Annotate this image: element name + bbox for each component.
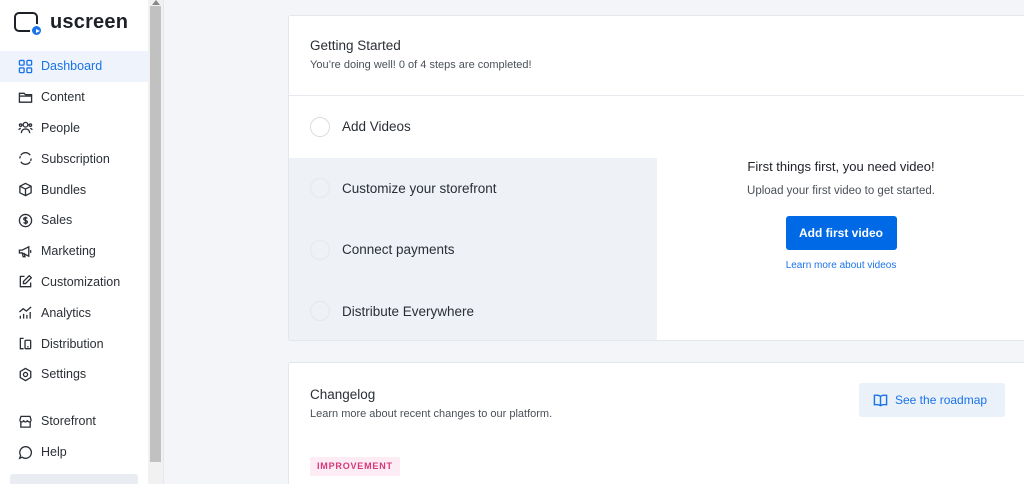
step-detail-panel: First things first, you need video! Uplo… bbox=[657, 157, 1024, 340]
getting-started-progress: You’re doing well! 0 of 4 steps are comp… bbox=[310, 59, 532, 71]
sidebar-item-label: Sales bbox=[41, 213, 73, 228]
learn-more-videos-link[interactable]: Learn more about videos bbox=[657, 260, 1024, 271]
see-roadmap-button[interactable]: See the roadmap bbox=[859, 383, 1005, 417]
sidebar-item-distribution[interactable]: Distribution bbox=[0, 328, 148, 359]
sidebar-item-storefront[interactable]: Storefront bbox=[0, 406, 148, 437]
dollar-icon bbox=[17, 212, 33, 228]
sidebar-item-label: Analytics bbox=[41, 305, 92, 320]
step-label: Customize your storefront bbox=[342, 180, 497, 196]
sidebar-bottom-nav: Storefront Help bbox=[0, 406, 148, 468]
sidebar-item-label: Settings bbox=[41, 367, 87, 382]
step-customize-storefront[interactable]: Customize your storefront bbox=[289, 157, 657, 219]
sidebar-item-marketing[interactable]: Marketing bbox=[0, 236, 148, 267]
step-status-circle-icon bbox=[310, 116, 330, 137]
box-icon bbox=[17, 182, 33, 198]
scroll-up-arrow-icon[interactable] bbox=[152, 0, 160, 5]
devices-icon bbox=[17, 336, 33, 352]
sidebar-item-sales[interactable]: Sales bbox=[0, 205, 148, 236]
sidebar-item-analytics[interactable]: Analytics bbox=[0, 297, 148, 328]
sidebar-item-customization[interactable]: Customization bbox=[0, 267, 148, 298]
see-roadmap-label: See the roadmap bbox=[895, 393, 988, 407]
sidebar-item-subscription[interactable]: Subscription bbox=[0, 143, 148, 174]
step-label: Distribute Everywhere bbox=[342, 303, 475, 319]
sidebar-item-label: Storefront bbox=[41, 414, 96, 429]
subscription-icon bbox=[17, 151, 33, 167]
step-status-circle-icon bbox=[310, 178, 330, 199]
sidebar-scrollbar[interactable] bbox=[148, 0, 164, 484]
step-connect-payments[interactable]: Connect payments bbox=[289, 219, 657, 281]
settings-icon bbox=[17, 366, 33, 382]
people-icon bbox=[17, 120, 33, 136]
step-detail-title: First things first, you need video! bbox=[747, 159, 935, 174]
step-label: Add Videos bbox=[342, 119, 411, 135]
sidebar-item-bundles[interactable]: Bundles bbox=[0, 174, 148, 205]
step-detail-text: Upload your first video to get started. bbox=[747, 185, 935, 197]
step-add-videos[interactable]: Add Videos bbox=[289, 96, 657, 158]
folder-icon bbox=[17, 89, 33, 105]
uscreen-logo-icon bbox=[14, 12, 43, 37]
sidebar: uscreen Dashboard Content People Subscri… bbox=[0, 0, 148, 484]
storefront-icon bbox=[17, 413, 33, 429]
step-status-circle-icon bbox=[310, 301, 330, 322]
sidebar-item-help[interactable]: Help bbox=[0, 437, 148, 468]
changelog-card: Changelog Learn more about recent change… bbox=[288, 362, 1024, 484]
brand-name: uscreen bbox=[50, 10, 129, 33]
book-icon bbox=[873, 394, 888, 407]
analytics-icon bbox=[17, 305, 33, 321]
add-first-video-button[interactable]: Add first video bbox=[785, 216, 897, 250]
edit-icon bbox=[17, 274, 33, 290]
sidebar-item-label: Content bbox=[41, 90, 85, 105]
steps-list: Add Videos Customize your storefront Con… bbox=[289, 96, 657, 340]
dashboard-icon bbox=[17, 58, 33, 74]
sidebar-item-label: Help bbox=[41, 445, 67, 460]
sidebar-item-label: Dashboard bbox=[41, 59, 103, 74]
sidebar-item-people[interactable]: People bbox=[0, 113, 148, 144]
sidebar-footer-card[interactable] bbox=[10, 474, 138, 484]
sidebar-item-label: Distribution bbox=[41, 336, 104, 351]
step-label: Connect payments bbox=[342, 242, 455, 258]
scrollbar-thumb[interactable] bbox=[150, 6, 161, 462]
sidebar-nav: Dashboard Content People Subscription Bu… bbox=[0, 51, 148, 390]
getting-started-title: Getting Started bbox=[310, 38, 401, 53]
megaphone-icon bbox=[17, 243, 33, 259]
sidebar-item-label: Subscription bbox=[41, 151, 110, 166]
sidebar-item-settings[interactable]: Settings bbox=[0, 359, 148, 390]
improvement-badge: IMPROVEMENT bbox=[310, 457, 400, 476]
step-distribute-everywhere[interactable]: Distribute Everywhere bbox=[289, 280, 657, 340]
sidebar-item-label: Bundles bbox=[41, 182, 87, 197]
getting-started-header: Getting Started You’re doing well! 0 of … bbox=[289, 16, 1024, 96]
getting-started-card: Getting Started You’re doing well! 0 of … bbox=[288, 15, 1024, 341]
sidebar-item-label: People bbox=[41, 120, 80, 135]
sidebar-item-dashboard[interactable]: Dashboard bbox=[0, 51, 148, 82]
uscreen-logo[interactable]: uscreen bbox=[14, 8, 129, 37]
sidebar-item-label: Marketing bbox=[41, 244, 96, 259]
sidebar-item-content[interactable]: Content bbox=[0, 82, 148, 113]
step-status-circle-icon bbox=[310, 239, 330, 260]
help-icon bbox=[17, 444, 33, 460]
sidebar-item-label: Customization bbox=[41, 274, 121, 289]
